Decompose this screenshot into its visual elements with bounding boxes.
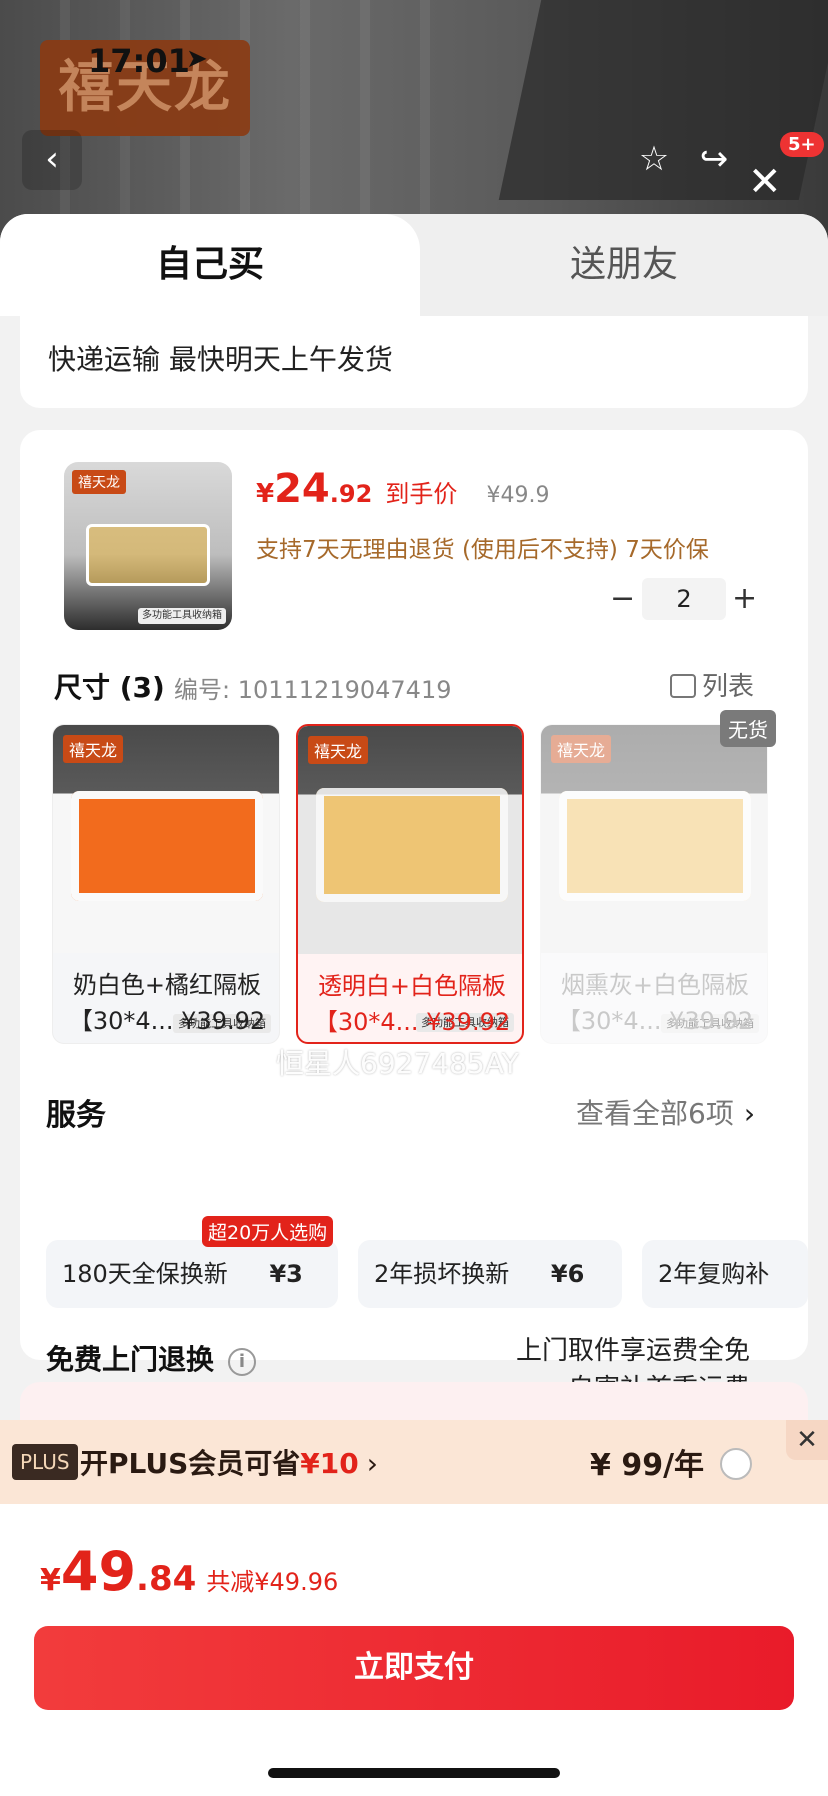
sku-brand-logo: 禧天龙 — [551, 735, 612, 763]
list-icon — [670, 674, 696, 698]
plus-close-button[interactable]: ✕ — [786, 1420, 828, 1460]
purchase-tabs: 送朋友 自己买 — [0, 214, 828, 316]
service-option[interactable]: 2年复购补 — [642, 1240, 808, 1308]
info-icon[interactable]: i — [228, 1348, 257, 1376]
close-icon: ✕ — [748, 159, 782, 205]
service-name: 2年损坏换新 — [374, 1260, 510, 1288]
pay-now-button[interactable]: 立即支付 — [34, 1626, 794, 1710]
shipping-text: 快递运输 最快明天上午发货 — [48, 343, 393, 376]
product-thumbnail[interactable]: 禧天龙 多功能工具收纳箱 — [64, 462, 232, 630]
service-name: 2年复购补 — [658, 1260, 770, 1288]
service-name: 180天全保换新 — [62, 1260, 228, 1288]
list-view-button[interactable]: 列表 — [670, 666, 754, 703]
view-all-services-link[interactable]: 查看全部6项 › — [576, 1092, 755, 1132]
chevron-right-icon: › — [743, 1097, 756, 1130]
share-icon: ↪ — [699, 139, 729, 179]
tab-gift-friend[interactable]: 送朋友 — [420, 214, 828, 316]
plus-select-radio[interactable] — [720, 1448, 752, 1480]
checkout-bar: ¥49.84 共减¥49.96 立即支付 — [0, 1504, 828, 1796]
door-return-line-1: 上门取件享运费全免 — [515, 1336, 750, 1366]
popular-badge: 超20万人选购 — [202, 1216, 334, 1247]
hero-stripe — [360, 0, 370, 240]
sku-brand-logo: 禧天龙 — [63, 735, 124, 763]
sku-name: 烟熏灰+白色隔板 — [560, 971, 750, 999]
sku-name: 奶白色+橘红隔板 — [72, 971, 262, 999]
quantity-increase-button[interactable]: + — [732, 578, 757, 620]
product-code: 编号: 10111219047419 — [174, 676, 452, 704]
chevron-left-icon: ‹ — [45, 139, 59, 179]
hero-stripe — [420, 0, 430, 240]
home-indicator — [268, 1768, 560, 1778]
close-icon: ✕ — [796, 1425, 818, 1455]
total-price: ¥49.84 共减¥49.96 — [40, 1540, 339, 1603]
service-option[interactable]: 2年损坏换新 ¥6 — [358, 1240, 622, 1308]
cart-count-badge: 5+ — [780, 132, 824, 157]
favorite-button[interactable]: ☆ — [624, 130, 684, 190]
out-of-stock-badge: 无货 — [720, 710, 776, 747]
sku-subtitle: 【30*4... ¥39.92 — [556, 1007, 754, 1035]
services-title: 服务 — [46, 1098, 106, 1133]
sku-subtitle: 【30*4... ¥39.92 — [68, 1007, 266, 1035]
return-policy: 支持7天无理由退货 (使用后不支持) 7天价保 — [256, 537, 709, 563]
thumbnail-product-shape — [86, 524, 210, 586]
sku-option[interactable]: 禧天龙 多功能工具收纳箱 奶白色+橘红隔板 【30*4... ¥39.92 — [52, 724, 280, 1044]
status-time: 17:01 — [88, 42, 190, 80]
quantity-decrease-button[interactable]: − — [610, 578, 635, 620]
hero-stripe — [300, 0, 310, 240]
close-sheet-button[interactable]: ✕ — [748, 162, 782, 202]
service-price: ¥6 — [550, 1260, 585, 1288]
sku-option-disabled[interactable]: 禧天龙 多功能工具收纳箱 烟熏灰+白色隔板 【30*4... ¥39.92 — [540, 724, 768, 1044]
thumbnail-brand-logo: 禧天龙 — [72, 470, 126, 494]
plus-price: ¥ 99/年 — [590, 1448, 705, 1483]
shipping-card: 快递运输 最快明天上午发货 — [20, 316, 808, 408]
quantity-input[interactable]: 2 — [642, 578, 726, 620]
plus-promo-text: 开PLUS会员可省¥10 › — [80, 1447, 378, 1480]
sku-name: 透明白+白色隔板 — [317, 972, 507, 1000]
service-price: ¥3 — [269, 1260, 303, 1288]
back-button[interactable]: ‹ — [22, 130, 82, 190]
star-icon: ☆ — [638, 139, 670, 179]
watermark-text: 恒星人6927485AY — [276, 1047, 519, 1080]
total-saving: 共减¥49.96 — [206, 1568, 339, 1596]
share-button[interactable]: ↪ — [684, 130, 744, 190]
location-arrow-icon: ➤ — [186, 44, 208, 74]
current-price: ¥24.92 — [256, 466, 373, 512]
thumbnail-tag: 多功能工具收纳箱 — [138, 608, 226, 624]
product-options-card: 禧天龙 多功能工具收纳箱 ¥24.92 到手价 ¥49.9 支持7天无理由退货 … — [20, 430, 808, 1404]
size-section-title: 尺寸 (3) — [54, 671, 165, 704]
sku-brand-logo: 禧天龙 — [308, 736, 369, 764]
chevron-right-icon: › — [366, 1447, 378, 1480]
price-label: 到手价 — [385, 480, 458, 508]
plus-membership-bar[interactable]: PLUS 开PLUS会员可省¥10 › ¥ 99/年 — [0, 1420, 828, 1504]
tab-buy-self[interactable]: 自己买 — [0, 214, 420, 316]
sku-option-selected[interactable]: 禧天龙 多功能工具收纳箱 透明白+白色隔板 【30*4... ¥39.92 — [296, 724, 524, 1044]
plus-badge: PLUS — [12, 1444, 78, 1480]
door-return-title: 免费上门退换 i — [46, 1338, 257, 1378]
service-option[interactable]: 180天全保换新 ¥3 — [46, 1240, 338, 1308]
sku-subtitle: 【30*4... ¥39.92 — [313, 1008, 511, 1036]
product-hero-background: 禧天龙 — [0, 0, 828, 240]
original-price: ¥49.9 — [486, 483, 550, 508]
price-row: ¥24.92 到手价 ¥49.9 — [256, 466, 549, 512]
